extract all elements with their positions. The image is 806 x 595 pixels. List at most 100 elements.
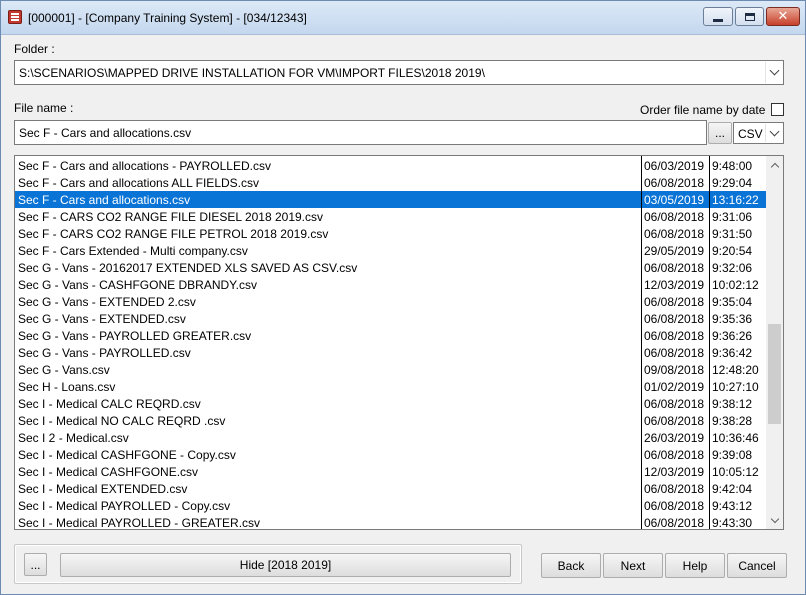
scroll-up-button[interactable] — [766, 156, 783, 173]
file-name-cell: Sec G - Vans - CASHFGONE DBRANDY.csv — [18, 278, 257, 292]
file-date-cell: 06/08/2018 — [644, 295, 705, 309]
minimize-icon — [713, 18, 723, 22]
file-row[interactable]: Sec F - CARS CO2 RANGE FILE PETROL 2018 … — [15, 225, 767, 242]
file-row[interactable]: Sec G - Vans.csv 09/08/2018 12:48:20 — [15, 361, 767, 378]
file-row[interactable]: Sec G - Vans - EXTENDED.csv 06/08/2018 9:3… — [15, 310, 767, 327]
file-import-window: [000001] - [Company Training System] - [… — [0, 0, 806, 595]
file-row[interactable]: Sec I - Medical PAYROLLED - Copy.csv 06/0… — [15, 497, 767, 514]
app-icon[interactable] — [8, 10, 22, 24]
file-date-cell: 06/08/2018 — [644, 414, 705, 428]
file-name-cell: Sec F - Cars Extended - Multi company.cs… — [18, 244, 248, 258]
file-type-dropdown-button[interactable] — [765, 124, 782, 142]
close-button[interactable]: ✕ — [766, 7, 800, 26]
file-row[interactable]: Sec G - Vans - EXTENDED 2.csv 06/08/2018 9… — [15, 293, 767, 310]
file-row[interactable]: Sec G - Vans - PAYROLLED GREATER.csv 06/0… — [15, 327, 767, 344]
file-time-cell: 13:16:22 — [712, 193, 759, 207]
file-time-cell: 10:05:12 — [712, 465, 759, 479]
file-row[interactable]: Sec F - Cars Extended - Multi company.cs… — [15, 242, 767, 259]
file-time-cell: 9:20:54 — [712, 244, 753, 258]
file-row[interactable]: Sec I - Medical CASHFGONE.csv 12/03/2019 1… — [15, 463, 767, 480]
maximize-icon — [744, 12, 755, 21]
file-time-cell: 9:35:04 — [712, 295, 753, 309]
file-time-cell: 10:02:12 — [712, 278, 759, 292]
file-date-cell: 06/08/2018 — [644, 448, 705, 462]
file-list[interactable]: Sec F - Cars and allocations - PAYROLLED… — [14, 155, 784, 530]
folder-dropdown-button[interactable] — [765, 62, 782, 83]
column-divider-date — [641, 156, 642, 529]
folder-path: S:\SCENARIOS\MAPPED DRIVE INSTALLATION F… — [19, 66, 485, 80]
file-name-cell: Sec I - Medical CALC REQRD.csv — [18, 397, 201, 411]
file-row[interactable]: Sec F - Cars and allocations.csv 03/05/20… — [15, 191, 767, 208]
chevron-up-icon — [770, 162, 779, 171]
order-by-date-label: Order file name by date — [640, 103, 766, 117]
cancel-button[interactable]: Cancel — [727, 553, 787, 578]
close-icon: ✕ — [777, 9, 789, 24]
file-time-cell: 9:31:50 — [712, 227, 753, 241]
folder-label: Folder : — [14, 42, 55, 56]
title-bar[interactable]: [000001] - [Company Training System] - [… — [1, 1, 805, 35]
file-time-cell: 12:48:20 — [712, 363, 759, 377]
chevron-down-icon — [769, 65, 779, 76]
file-type-value: CSV — [738, 127, 763, 141]
file-name-input[interactable]: Sec F - Cars and allocations.csv — [14, 120, 707, 145]
file-time-cell: 10:27:10 — [712, 380, 759, 394]
file-date-cell: 09/08/2018 — [644, 363, 705, 377]
file-date-cell: 06/08/2018 — [644, 176, 705, 190]
file-row[interactable]: Sec I - Medical EXTENDED.csv 06/08/2018 9:… — [15, 480, 767, 497]
chevron-down-icon — [770, 514, 779, 523]
file-row[interactable]: Sec G - Vans - 20162017 EXTENDED XLS SAV… — [15, 259, 767, 276]
file-time-cell: 9:35:36 — [712, 312, 753, 326]
file-name-cell: Sec G - Vans - 20162017 EXTENDED XLS SAV… — [18, 261, 358, 275]
chevron-down-icon — [769, 126, 779, 136]
file-time-cell: 9:39:08 — [712, 448, 753, 462]
folder-select[interactable]: S:\SCENARIOS\MAPPED DRIVE INSTALLATION F… — [14, 60, 784, 85]
file-date-cell: 06/08/2018 — [644, 312, 705, 326]
file-row[interactable]: Sec I - Medical CASHFGONE - Copy.csv 06/0… — [15, 446, 767, 463]
file-row[interactable]: Sec I - Medical NO CALC REQRD .csv 06/08/… — [15, 412, 767, 429]
order-by-date-checkbox[interactable] — [771, 103, 784, 116]
file-time-cell: 9:36:42 — [712, 346, 753, 360]
file-name-cell: Sec F - Cars and allocations.csv — [18, 193, 191, 207]
hide-folder-button[interactable]: Hide [2018 2019] — [60, 553, 511, 577]
file-date-cell: 06/08/2018 — [644, 227, 705, 241]
file-row[interactable]: Sec F - Cars and allocations - PAYROLLED… — [15, 157, 767, 174]
file-name-cell: Sec G - Vans - EXTENDED.csv — [18, 312, 186, 326]
file-name-cell: Sec G - Vans - PAYROLLED GREATER.csv — [18, 329, 252, 343]
file-row[interactable]: Sec F - CARS CO2 RANGE FILE DIESEL 2018 … — [15, 208, 767, 225]
back-button[interactable]: Back — [541, 553, 601, 578]
file-type-select[interactable]: CSV — [733, 122, 784, 144]
file-date-cell: 06/08/2018 — [644, 329, 705, 343]
file-date-cell: 12/03/2019 — [644, 278, 705, 292]
scroll-down-button[interactable] — [766, 512, 783, 529]
file-list-scrollbar[interactable] — [766, 156, 783, 529]
file-row[interactable]: Sec I 2 - Medical.csv 26/03/2019 10:36:46 — [15, 429, 767, 446]
file-row[interactable]: Sec G - Vans - CASHFGONE DBRANDY.csv 12/0… — [15, 276, 767, 293]
file-time-cell: 9:42:04 — [712, 482, 753, 496]
file-date-cell: 29/05/2019 — [644, 244, 705, 258]
file-row[interactable]: Sec H - Loans.csv 01/02/2019 10:27:10 — [15, 378, 767, 395]
file-row[interactable]: Sec F - Cars and allocations ALL FIELDS.… — [15, 174, 767, 191]
file-date-cell: 03/05/2019 — [644, 193, 705, 207]
file-date-cell: 06/08/2018 — [644, 261, 705, 275]
file-name-cell: Sec I - Medical PAYROLLED - GREATER.csv — [18, 516, 261, 530]
file-time-cell: 9:43:12 — [712, 499, 753, 513]
file-name-cell: Sec H - Loans.csv — [18, 380, 116, 394]
file-row[interactable]: Sec I - Medical PAYROLLED - GREATER.csv 0… — [15, 514, 767, 530]
scrollbar-thumb[interactable] — [768, 324, 781, 424]
file-date-cell: 06/08/2018 — [644, 346, 705, 360]
maximize-button[interactable] — [735, 7, 764, 26]
file-row[interactable]: Sec I - Medical CALC REQRD.csv 06/08/2018… — [15, 395, 767, 412]
browse-button[interactable]: ... — [708, 122, 732, 144]
more-options-button[interactable]: ... — [24, 553, 47, 576]
file-date-cell: 26/03/2019 — [644, 431, 705, 445]
file-time-cell: 9:31:06 — [712, 210, 753, 224]
minimize-button[interactable] — [703, 7, 733, 26]
file-name-cell: Sec G - Vans - PAYROLLED.csv — [18, 346, 191, 360]
file-name-cell: Sec F - Cars and allocations ALL FIELDS.… — [18, 176, 259, 190]
file-time-cell: 9:32:06 — [712, 261, 753, 275]
file-name-cell: Sec G - Vans.csv — [18, 363, 110, 377]
help-button[interactable]: Help — [665, 553, 725, 578]
file-row[interactable]: Sec G - Vans - PAYROLLED.csv 06/08/2018 9:… — [15, 344, 767, 361]
file-name-cell: Sec I - Medical CASHFGONE - Copy.csv — [18, 448, 236, 462]
next-button[interactable]: Next — [603, 553, 663, 578]
